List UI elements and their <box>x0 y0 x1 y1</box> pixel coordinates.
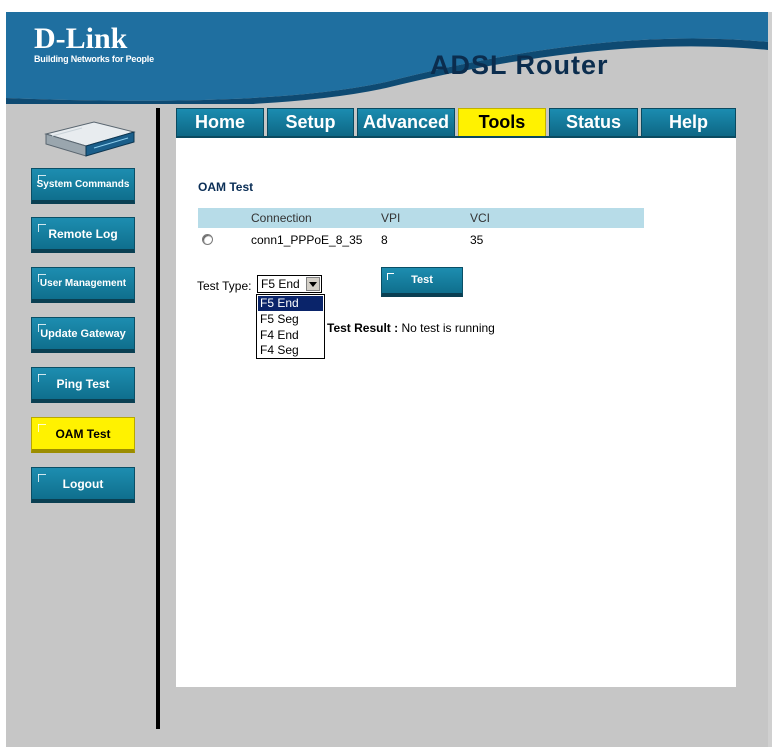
button-corner-mark <box>38 175 46 176</box>
product-title: ADSL Router <box>430 50 609 80</box>
logo-tagline: Building Networks for People <box>34 54 154 64</box>
button-corner-mark <box>38 374 46 375</box>
sidebar-item-oam-test[interactable]: OAM Test <box>31 417 135 453</box>
cell-vci: 35 <box>470 233 484 247</box>
logo-name: D-Link <box>34 22 128 55</box>
page: D-Link Building Networks for People ADSL… <box>0 0 776 747</box>
sidebar-item-remote-log[interactable]: Remote Log <box>31 217 135 253</box>
sidebar-item-label: OAM Test <box>55 426 111 441</box>
sidebar-item-label: System Commands <box>36 179 130 190</box>
test-type-select[interactable]: F5 End <box>257 275 322 293</box>
sidebar-item-user-management[interactable]: User Management <box>31 267 135 303</box>
button-corner-mark <box>38 474 46 475</box>
button-corner-mark <box>38 175 39 183</box>
button-corner-mark <box>38 374 39 382</box>
option-f4-end[interactable]: F4 End <box>258 328 323 343</box>
sidebar-item-label: Ping Test <box>56 376 110 391</box>
button-corner-mark <box>38 474 39 482</box>
tab-label: Help <box>668 112 708 132</box>
dlink-logo: D-Link Building Networks for People <box>34 22 154 65</box>
test-result-value: No test is running <box>401 321 495 335</box>
column-header-vci: VCI <box>470 211 491 225</box>
tab-advanced[interactable]: Advanced <box>357 108 455 136</box>
button-corner-mark <box>38 324 39 332</box>
connection-radio[interactable] <box>202 234 213 245</box>
button-corner-mark <box>38 224 39 232</box>
button-corner-mark <box>38 274 46 275</box>
button-corner-mark <box>38 424 39 432</box>
sidebar-item-label: Remote Log <box>48 226 118 241</box>
page-title: OAM Test <box>198 180 254 194</box>
tab-tools[interactable]: Tools <box>458 108 546 136</box>
tab-label: Setup <box>285 112 336 132</box>
tab-status[interactable]: Status <box>549 108 638 136</box>
sidebar-item-logout[interactable]: Logout <box>31 467 135 503</box>
router-device-icon <box>44 121 136 157</box>
test-button[interactable]: Test <box>381 267 463 297</box>
tab-label: Status <box>565 112 621 132</box>
cell-vpi: 8 <box>381 233 388 247</box>
test-button-label: Test <box>411 274 433 286</box>
test-type-label: Test Type: <box>197 279 252 293</box>
tab-setup[interactable]: Setup <box>267 108 354 136</box>
tab-help[interactable]: Help <box>641 108 736 136</box>
test-type-selected-value: F5 End <box>261 277 300 291</box>
column-header-vpi: VPI <box>381 211 401 225</box>
button-corner-mark <box>38 274 39 282</box>
tab-label: Advanced <box>362 112 450 132</box>
chevron-down-icon[interactable] <box>306 277 320 291</box>
main-nav-tabs: Home Setup Advanced Tools Status Help <box>176 108 736 138</box>
test-result: Test Result : No test is running <box>327 321 495 335</box>
option-f5-seg[interactable]: F5 Seg <box>258 312 323 327</box>
sidebar-item-ping-test[interactable]: Ping Test <box>31 367 135 403</box>
test-result-label: Test Result : <box>327 321 399 335</box>
tab-label: Home <box>194 112 245 132</box>
tab-label: Tools <box>478 112 526 132</box>
sidebar-item-label: Logout <box>62 476 104 491</box>
sidebar-item-system-commands[interactable]: System Commands <box>31 168 135 204</box>
button-corner-mark <box>387 273 388 280</box>
sidebar-item-label: User Management <box>39 278 127 289</box>
button-corner-mark <box>38 224 46 225</box>
column-header-connection: Connection <box>251 211 312 225</box>
tab-home[interactable]: Home <box>176 108 264 136</box>
cell-connection: conn1_PPPoE_8_35 <box>251 233 363 247</box>
button-corner-mark <box>38 424 46 425</box>
button-corner-mark <box>38 324 46 325</box>
button-corner-mark <box>387 273 394 274</box>
test-type-dropdown-list: F5 End F5 Seg F4 End F4 Seg <box>256 294 325 359</box>
option-f5-end[interactable]: F5 End <box>258 296 323 311</box>
sidebar-divider <box>156 108 160 729</box>
sidebar-item-label: Update Gateway <box>40 327 126 340</box>
option-f4-seg[interactable]: F4 Seg <box>258 343 323 358</box>
sidebar-item-update-gateway[interactable]: Update Gateway <box>31 317 135 353</box>
